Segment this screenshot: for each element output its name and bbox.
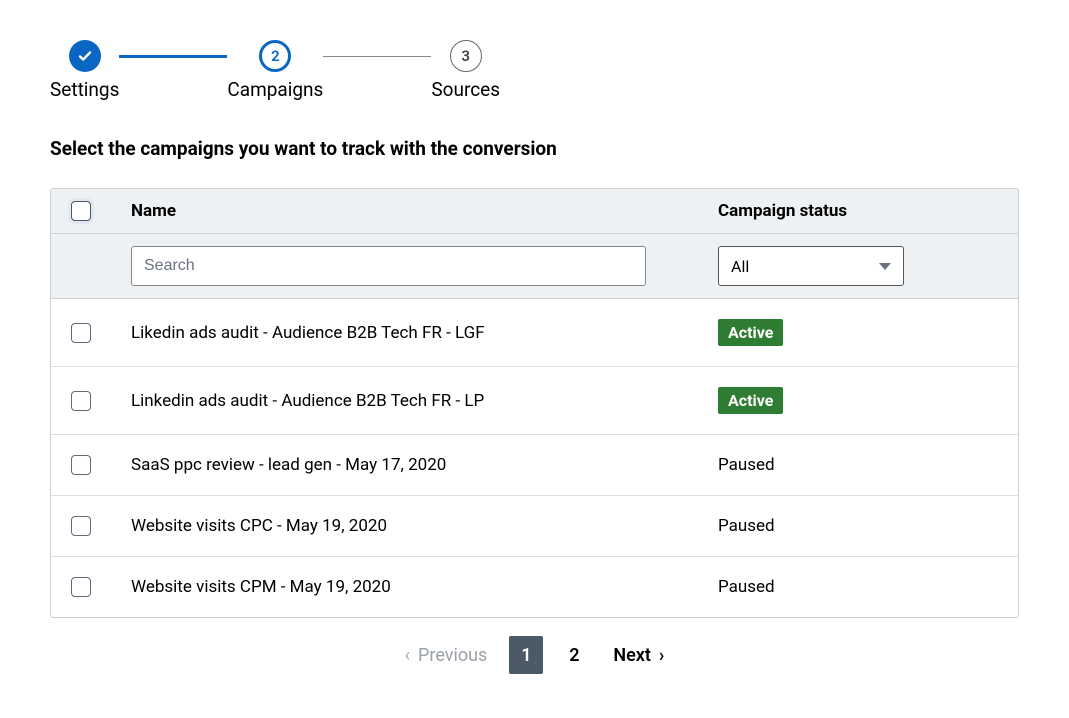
- status-badge: Active: [718, 387, 783, 414]
- table-row: Linkedin ads audit - Audience B2B Tech F…: [51, 367, 1018, 435]
- status-filter-select[interactable]: All: [718, 246, 904, 286]
- status-text: Paused: [718, 577, 775, 597]
- campaign-name: Likedin ads audit - Audience B2B Tech FR…: [131, 323, 718, 343]
- row-checkbox[interactable]: [71, 516, 91, 536]
- stepper-connector: [119, 55, 227, 58]
- status-badge: Active: [718, 319, 783, 346]
- status-text: Paused: [718, 455, 775, 475]
- campaign-name: Linkedin ads audit - Audience B2B Tech F…: [131, 391, 718, 411]
- table-row: Likedin ads audit - Audience B2B Tech FR…: [51, 299, 1018, 367]
- status-column-header: Campaign status: [718, 201, 998, 221]
- step-label: Sources: [431, 78, 500, 101]
- table-row: Website visits CPC - May 19, 2020Paused: [51, 496, 1018, 557]
- name-column-header: Name: [131, 201, 718, 221]
- step-sources[interactable]: 3 Sources: [431, 40, 500, 101]
- select-all-checkbox[interactable]: [71, 201, 91, 221]
- chevron-down-icon: [879, 263, 891, 270]
- step-campaigns[interactable]: 2 Campaigns: [227, 40, 323, 101]
- step-future-number: 3: [450, 40, 482, 72]
- previous-button: ‹ Previous: [405, 645, 488, 666]
- table-row: Website visits CPM - May 19, 2020Paused: [51, 557, 1018, 617]
- page-2[interactable]: 2: [557, 636, 591, 674]
- campaign-name: Website visits CPM - May 19, 2020: [131, 577, 718, 597]
- row-checkbox[interactable]: [71, 455, 91, 475]
- page-1[interactable]: 1: [509, 636, 543, 674]
- step-label: Campaigns: [227, 78, 323, 101]
- step-label: Settings: [50, 78, 119, 101]
- chevron-right-icon: ›: [659, 645, 664, 666]
- row-checkbox[interactable]: [71, 577, 91, 597]
- campaign-name: SaaS ppc review - lead gen - May 17, 202…: [131, 455, 718, 475]
- page-heading: Select the campaigns you want to track w…: [50, 137, 1019, 160]
- row-checkbox[interactable]: [71, 391, 91, 411]
- status-filter-value: All: [731, 257, 749, 276]
- table-header-row: Name Campaign status: [51, 189, 1018, 234]
- campaigns-panel: Name Campaign status All Likedin ads aud…: [50, 188, 1019, 618]
- search-input[interactable]: [131, 246, 646, 286]
- pagination: ‹ Previous 12 Next ›: [50, 618, 1019, 678]
- status-text: Paused: [718, 516, 775, 536]
- step-settings[interactable]: Settings: [50, 40, 119, 101]
- step-done-icon: [69, 40, 101, 72]
- table-row: SaaS ppc review - lead gen - May 17, 202…: [51, 435, 1018, 496]
- campaign-name: Website visits CPC - May 19, 2020: [131, 516, 718, 536]
- stepper-connector: [323, 56, 431, 57]
- step-current-number: 2: [259, 40, 291, 72]
- stepper: Settings 2 Campaigns 3 Sources: [50, 40, 1019, 101]
- table-filter-row: All: [51, 234, 1018, 299]
- chevron-left-icon: ‹: [405, 645, 410, 666]
- row-checkbox[interactable]: [71, 323, 91, 343]
- checkmark-icon: [77, 48, 93, 64]
- next-button[interactable]: Next ›: [613, 645, 664, 666]
